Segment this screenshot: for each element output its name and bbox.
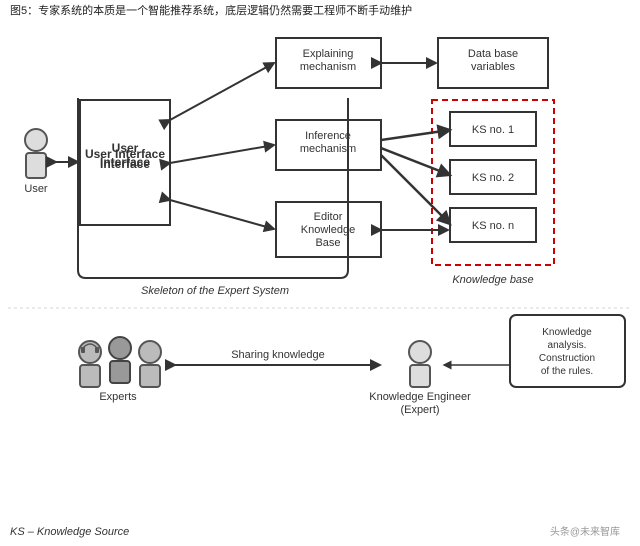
ke-body xyxy=(410,365,430,387)
ka-label: Knowledge xyxy=(542,327,592,338)
inference-box xyxy=(276,120,381,170)
explaining-label: Explaining xyxy=(303,48,354,60)
expert1-headset xyxy=(83,344,97,348)
svg-text:Construction: Construction xyxy=(539,353,595,364)
editor-label: Editor xyxy=(314,211,343,223)
expert1-body xyxy=(80,365,100,387)
skeleton-label: Skeleton of the Expert System xyxy=(141,285,289,297)
svg-text:analysis.: analysis. xyxy=(548,340,587,351)
ui-inference-arrow xyxy=(170,145,274,163)
inference-ks2-arrow xyxy=(381,148,450,175)
svg-text:Knowledge: Knowledge xyxy=(301,224,355,236)
editor-box xyxy=(276,202,381,257)
ui-explaining-arrow xyxy=(170,63,274,120)
caption: 图5：专家系统的本质是一个智能推荐系统，底层逻辑仍然需要工程师不断手动维护 xyxy=(10,3,412,17)
ke-head xyxy=(409,341,431,363)
ke-label: Knowledge Engineer xyxy=(369,391,471,403)
ka-box xyxy=(510,315,625,387)
skeleton-brace xyxy=(78,98,348,278)
user-label: User xyxy=(24,183,48,195)
db-label: Data base xyxy=(468,48,518,60)
expert3-head xyxy=(139,341,161,363)
db-box xyxy=(438,38,548,88)
ui-box-label: User Interface xyxy=(85,147,165,161)
ks-footnote: KS – Knowledge Source xyxy=(10,526,129,538)
explaining-box xyxy=(276,38,381,88)
user-body xyxy=(26,153,46,178)
expert2-head xyxy=(109,337,131,359)
inference-ks1-arrow xyxy=(381,130,450,140)
ks2-box xyxy=(450,160,536,194)
ks-container xyxy=(432,100,554,265)
user-head xyxy=(25,129,47,151)
svg-text:of the rules.: of the rules. xyxy=(541,366,593,377)
inference-label: Inference xyxy=(305,130,351,142)
ksn-label: KS no. n xyxy=(472,220,514,232)
svg-text:mechanism: mechanism xyxy=(300,61,356,73)
svg-text:variables: variables xyxy=(471,61,516,73)
svg-text:Interface: Interface xyxy=(100,157,150,171)
expert3-body xyxy=(140,365,160,387)
ksn-box xyxy=(450,208,536,242)
ks1-box xyxy=(450,112,536,146)
svg-text:mechanism: mechanism xyxy=(300,143,356,155)
svg-text:User: User xyxy=(112,141,139,155)
expert2-body xyxy=(110,361,130,383)
inference-ksn-arrow xyxy=(381,155,450,224)
ui-box xyxy=(80,100,170,225)
experts-label: Experts xyxy=(99,391,137,403)
watermark: 头条@未来智库 xyxy=(550,525,620,538)
expert1-head xyxy=(79,341,101,363)
svg-text:(Expert): (Expert) xyxy=(400,404,439,416)
svg-text:Interface: Interface xyxy=(100,155,150,169)
sharing-label: Sharing knowledge xyxy=(231,349,325,361)
svg-text:Base: Base xyxy=(315,237,340,249)
kb-label: Knowledge base xyxy=(452,274,533,286)
ui-editor-arrow xyxy=(170,200,274,229)
ks2-label: KS no. 2 xyxy=(472,172,514,184)
ks1-label: KS no. 1 xyxy=(472,124,514,136)
